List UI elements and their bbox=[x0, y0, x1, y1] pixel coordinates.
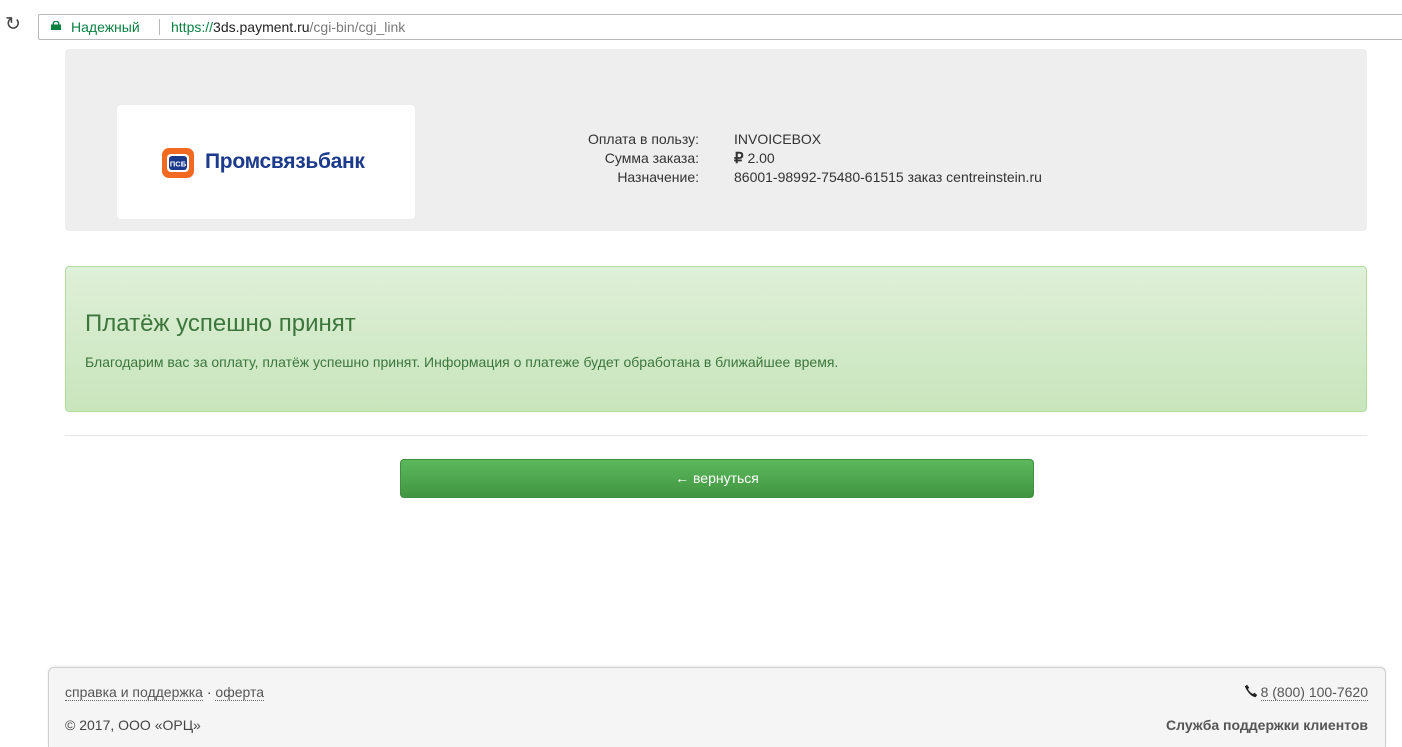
purpose-value: 86001-98992-75480-61515 заказ centreinst… bbox=[734, 169, 1042, 185]
support-label: Служба поддержки клиентов bbox=[1166, 717, 1368, 733]
url-text[interactable]: https://3ds.payment.ru/cgi-bin/cgi_link bbox=[171, 15, 405, 39]
bank-logo-box: ПСБ Промсвязьбанк bbox=[117, 105, 415, 219]
footer-links: справка и поддержка · оферта bbox=[65, 683, 265, 701]
offer-link[interactable]: оферта bbox=[215, 684, 265, 701]
amount-value: 2.00 bbox=[747, 150, 775, 166]
divider bbox=[65, 435, 1367, 436]
bank-name: Промсвязьбанк bbox=[205, 150, 365, 173]
phone-icon bbox=[1244, 684, 1257, 698]
order-labels: Оплата в пользу: Сумма заказа: Назначени… bbox=[505, 130, 699, 187]
url-host: 3ds.payment.ru bbox=[213, 19, 310, 35]
omnibox-separator bbox=[159, 19, 160, 35]
footer-link-separator: · bbox=[206, 684, 212, 700]
footer: справка и поддержка · оферта © 2017, ООО… bbox=[48, 667, 1386, 747]
footer-phone: 8 (800) 100-7620 bbox=[1244, 683, 1368, 701]
alert-title: Платёж успешно принят bbox=[85, 310, 356, 337]
bank-logo-icon: ПСБ bbox=[162, 148, 194, 178]
bank-badge-text: ПСБ bbox=[170, 160, 187, 169]
url-scheme: https:// bbox=[171, 19, 214, 35]
secure-label[interactable]: Надежный bbox=[71, 15, 140, 39]
copyright: © 2017, ООО «ОРЦ» bbox=[65, 717, 201, 733]
alert-message: Благодарим вас за оплату, платёж успешно… bbox=[85, 354, 839, 370]
recipient-value: INVOICEBOX bbox=[734, 131, 822, 147]
help-link[interactable]: справка и поддержка bbox=[65, 684, 203, 701]
success-alert: Платёж успешно принят Благодарим вас за … bbox=[65, 266, 1367, 412]
order-values: INVOICEBOX ₽ 2.00 86001-98992-75480-6151… bbox=[734, 130, 1042, 187]
url-path: /cgi-bin/cgi_link bbox=[309, 19, 406, 35]
amount-label: Сумма заказа: bbox=[604, 150, 699, 166]
amount-row: ₽ 2.00 bbox=[734, 149, 1042, 168]
purpose-label: Назначение: bbox=[617, 169, 699, 185]
merchant-panel: ПСБ Промсвязьбанк Оплата в пользу: Сумма… bbox=[65, 49, 1367, 231]
lock-icon bbox=[51, 21, 61, 30]
phone-link[interactable]: 8 (800) 100-7620 bbox=[1260, 684, 1368, 701]
back-button[interactable]: ← вернуться bbox=[400, 459, 1034, 498]
reload-icon[interactable]: ↻ bbox=[5, 15, 21, 35]
ruble-icon: ₽ bbox=[734, 150, 744, 167]
omnibox[interactable]: Надежный https://3ds.payment.ru/cgi-bin/… bbox=[38, 14, 1402, 40]
recipient-label: Оплата в пользу: bbox=[587, 131, 699, 147]
browser-address-bar: ↻ Надежный https://3ds.payment.ru/cgi-bi… bbox=[0, 0, 1402, 44]
